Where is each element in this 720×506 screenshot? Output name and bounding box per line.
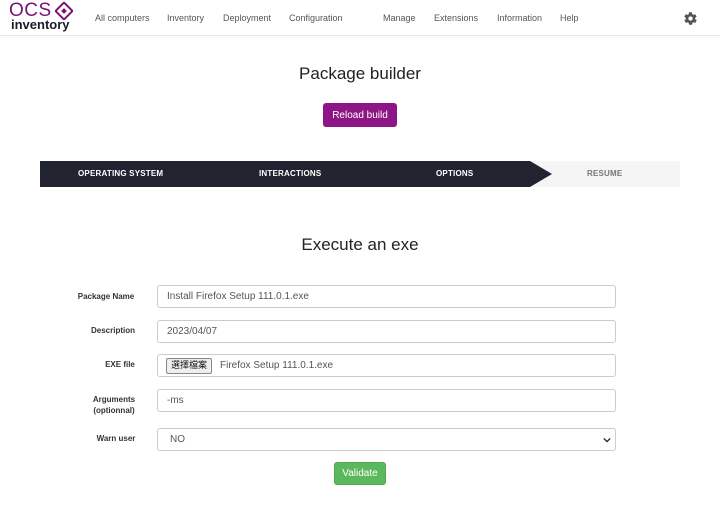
nav-extensions[interactable]: Extensions (434, 0, 497, 36)
nav-configuration[interactable]: Configuration (289, 0, 383, 36)
description-label: Description (90, 326, 135, 335)
form-title: Execute an exe (301, 235, 419, 254)
arguments-input[interactable]: -ms (157, 389, 616, 412)
step-options[interactable]: OPTIONS (436, 161, 473, 187)
main-nav: All computers Inventory Deployment Confi… (95, 0, 590, 36)
top-navbar: OCS inventory All computers Inventory De… (0, 0, 720, 36)
validate-button[interactable]: Validate (334, 462, 386, 485)
step-operating-system[interactable]: OPERATING SYSTEM (78, 161, 163, 187)
nav-manage[interactable]: Manage (383, 0, 434, 36)
choose-file-button[interactable]: 選擇檔案 (166, 358, 213, 374)
arguments-value: -ms (167, 395, 184, 406)
logo-inventory-text: inventory (11, 17, 70, 32)
package-name-label: Package Name (77, 292, 135, 301)
chevron-down-icon (603, 437, 611, 443)
page-title: Package builder (299, 64, 421, 83)
warn-user-selected-value: NO (170, 434, 185, 445)
selected-file-name: Firefox Setup 111.0.1.exe (220, 360, 334, 371)
exe-file-input[interactable]: 選擇檔案 Firefox Setup 111.0.1.exe (157, 354, 616, 377)
arguments-label: Arguments (optionnal) (59, 394, 169, 416)
arguments-label-line1: Arguments (92, 395, 136, 404)
reload-build-button[interactable]: Reload build (323, 103, 397, 127)
nav-all-computers[interactable]: All computers (95, 0, 167, 36)
nav-deployment[interactable]: Deployment (223, 0, 289, 36)
description-value: 2023/04/07 (167, 326, 218, 337)
ocs-inventory-logo[interactable]: OCS inventory (9, 0, 75, 32)
arguments-label-line2: (optionnal) (93, 406, 135, 415)
nav-help[interactable]: Help (560, 0, 590, 36)
stepper-arrow (530, 161, 552, 187)
warn-user-label: Warn user (96, 434, 136, 443)
description-input[interactable]: 2023/04/07 (157, 320, 616, 343)
package-name-value: Install Firefox Setup 111.0.1.exe (167, 291, 309, 302)
warn-user-select[interactable]: NO (157, 428, 616, 451)
step-resume[interactable]: RESUME (587, 161, 622, 187)
nav-inventory[interactable]: Inventory (167, 0, 223, 36)
progress-stepper: OPERATING SYSTEM INTERACTIONS OPTIONS RE… (40, 161, 680, 187)
package-name-input[interactable]: Install Firefox Setup 111.0.1.exe (157, 285, 616, 308)
gear-icon[interactable] (683, 11, 698, 26)
step-interactions[interactable]: INTERACTIONS (259, 161, 321, 187)
nav-information[interactable]: Information (497, 0, 560, 36)
